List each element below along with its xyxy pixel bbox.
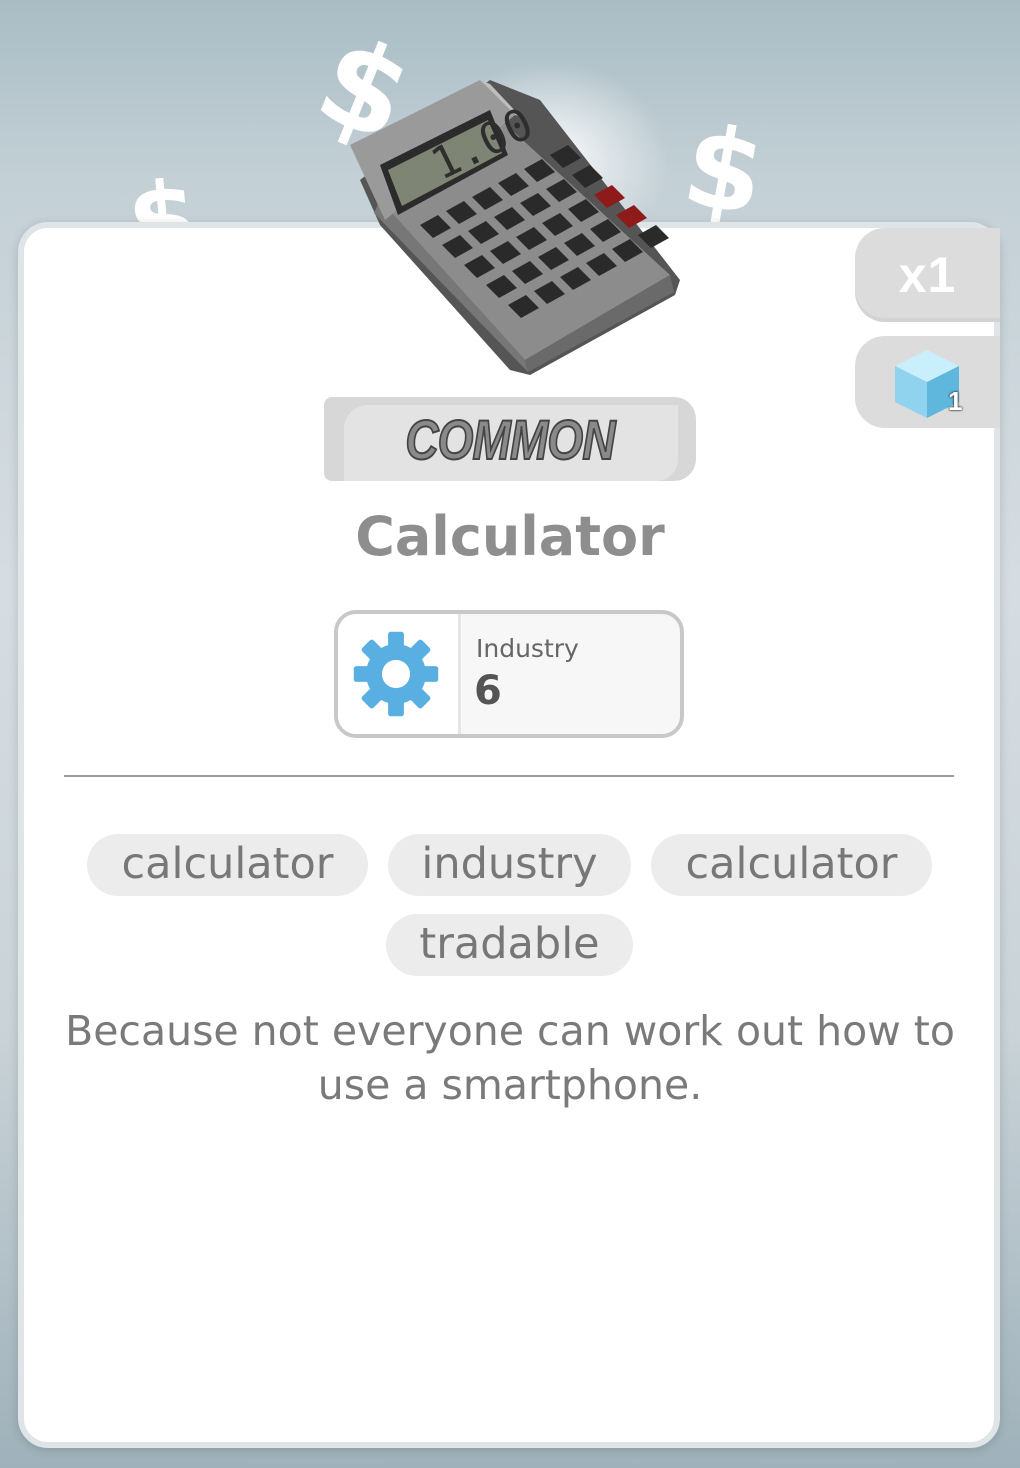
quantity-tab: x1	[855, 228, 1000, 322]
tag-chip: calculator	[651, 834, 932, 896]
divider	[64, 775, 954, 777]
item-description: Because not everyone can work out how to…	[65, 1007, 955, 1109]
stat-value: 6	[474, 668, 502, 714]
calculator-image: 1.00	[340, 70, 690, 380]
stat-icon-area	[338, 614, 461, 734]
tag-chip: calculator	[87, 834, 368, 896]
item-name: Calculator	[355, 505, 665, 568]
gear-icon	[353, 631, 439, 717]
rarity-label: COMMON	[405, 407, 617, 472]
stat-label: Industry	[476, 634, 579, 663]
cube-tab	[855, 336, 1000, 428]
quantity-label: x1	[898, 247, 957, 303]
dollar-sign-icon: $	[674, 100, 774, 242]
tag-chip: industry	[388, 834, 631, 896]
stat-box: Industry 6	[334, 610, 684, 738]
cube-count: 1	[948, 386, 963, 416]
rarity-banner: COMMON	[324, 397, 696, 481]
tag-chip: tradable	[386, 914, 633, 976]
